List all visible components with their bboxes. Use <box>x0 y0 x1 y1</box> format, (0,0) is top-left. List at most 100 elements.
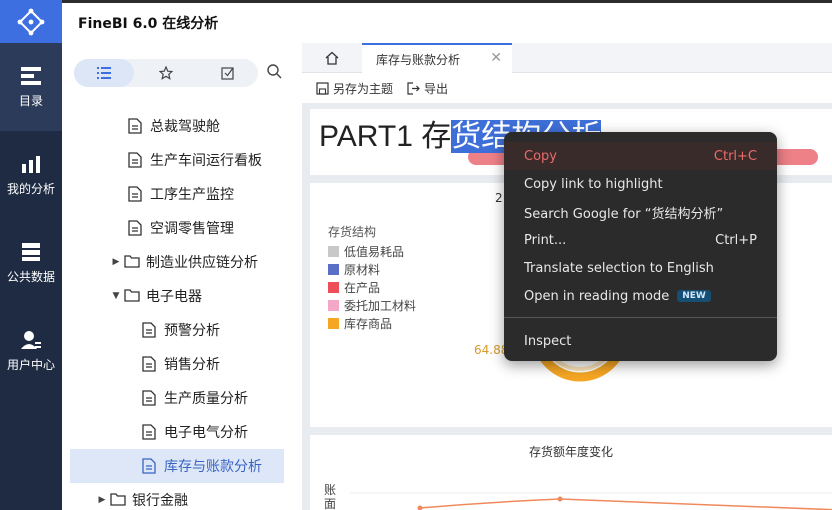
tree-item-doc-selected[interactable]: 库存与账款分析 <box>70 449 284 483</box>
tree-item-label: 销售分析 <box>164 357 220 373</box>
document-icon <box>128 220 144 236</box>
caret-right-icon[interactable]: ▶ <box>96 495 108 505</box>
home-icon <box>325 51 339 65</box>
document-icon <box>128 152 144 168</box>
document-icon <box>142 390 158 406</box>
menu-item-inspect[interactable]: Inspect <box>504 327 777 355</box>
legend-item[interactable]: 低值易耗品 <box>328 243 404 259</box>
finebi-logo[interactable] <box>0 0 62 43</box>
tree-item-label: 工序生产监控 <box>150 187 234 203</box>
tree-item-doc[interactable]: 预警分析 <box>62 313 302 347</box>
legend-swatch <box>328 299 339 311</box>
menu-item-shortcut: Ctrl+P <box>715 232 757 248</box>
tab-inventory-analysis[interactable]: 库存与账款分析 ✕ <box>362 43 512 73</box>
new-badge: NEW <box>677 290 711 302</box>
rail-label-catalog: 目录 <box>18 93 43 108</box>
rail-item-public-data[interactable]: 公共数据 <box>0 219 62 307</box>
rail-label-my-analysis: 我的分析 <box>6 181 55 196</box>
legend-item[interactable]: 委托加工材料 <box>328 297 416 313</box>
search-icon <box>267 64 282 79</box>
data-point[interactable] <box>557 496 563 502</box>
menu-item-label: Inspect <box>524 333 572 349</box>
menu-separator <box>504 317 777 318</box>
caret-right-icon[interactable]: ▶ <box>110 257 122 267</box>
menu-item-translate[interactable]: Translate selection to English <box>504 254 777 282</box>
analysis-chart-icon <box>22 155 40 173</box>
close-icon[interactable]: ✕ <box>490 50 502 66</box>
tree-item-label: 电子电器 <box>146 289 202 305</box>
tree-item-folder[interactable]: ▶ 银行金融 <box>62 483 302 510</box>
checkbox-edit-icon <box>221 67 234 80</box>
tree-item-label: 电子电气分析 <box>164 425 248 441</box>
tree-item-doc[interactable]: 生产车间运行看板 <box>62 143 302 177</box>
export-label: 导出 <box>424 81 449 96</box>
home-tab[interactable] <box>302 43 362 73</box>
tab-strip: 库存与账款分析 ✕ <box>302 43 832 73</box>
tree-item-folder[interactable]: ▼ 电子电器 <box>62 279 302 313</box>
legend-item[interactable]: 在产品 <box>328 279 380 295</box>
tree-item-label: 制造业供应链分析 <box>146 255 258 271</box>
legend-item[interactable]: 库存商品 <box>328 315 392 331</box>
rail-label-user-center: 用户中心 <box>6 357 55 372</box>
menu-item-label: Search Google for “货结构分析” <box>524 206 724 222</box>
rail-item-my-analysis[interactable]: 我的分析 <box>0 131 62 219</box>
list-icon <box>97 67 111 79</box>
tab-my-created[interactable] <box>198 59 258 87</box>
export-button[interactable]: 导出 <box>407 80 448 97</box>
sidebar-view-tabs <box>74 59 258 87</box>
menu-item-print[interactable]: Print... Ctrl+P <box>504 226 777 254</box>
nav-rail: 目录 我的分析 公共数据 用户中心 <box>0 0 62 510</box>
tab-favorites[interactable] <box>136 59 196 87</box>
sidebar-search-button[interactable] <box>266 63 282 83</box>
save-as-theme-label: 另存为主题 <box>333 81 394 96</box>
rail-label-public-data: 公共数据 <box>6 269 55 284</box>
tree-item-label: 总裁驾驶舱 <box>150 119 220 135</box>
legend-label: 低值易耗品 <box>344 244 405 259</box>
series-line <box>419 498 832 510</box>
user-icon <box>21 330 41 349</box>
tree-item-doc[interactable]: 空调零售管理 <box>62 211 302 245</box>
database-icon <box>22 242 40 261</box>
document-icon <box>142 458 158 474</box>
data-point[interactable] <box>417 505 423 510</box>
save-icon <box>316 81 329 95</box>
y-axis-label: 账面余 <box>324 483 337 510</box>
menu-item-shortcut: Ctrl+C <box>713 148 757 164</box>
tree-item-label: 空调零售管理 <box>150 221 234 237</box>
rail-item-user-center[interactable]: 用户中心 <box>0 307 62 395</box>
tree-item-label: 生产车间运行看板 <box>150 153 262 169</box>
save-as-theme-button[interactable]: 另存为主题 <box>316 80 393 97</box>
app-title-bar: FineBI 6.0 在线分析 <box>62 0 832 43</box>
tree-item-folder[interactable]: ▶ 制造业供应链分析 <box>62 245 302 279</box>
legend-swatch <box>328 281 339 293</box>
menu-item-copy-link[interactable]: Copy link to highlight <box>504 170 777 198</box>
tree-item-doc[interactable]: 销售分析 <box>62 347 302 381</box>
document-icon <box>142 424 158 440</box>
tree-item-doc[interactable]: 生产质量分析 <box>62 381 302 415</box>
legend-title: 存货结构 <box>328 225 377 239</box>
menu-item-label: Translate selection to English <box>524 260 714 276</box>
dashboard-toolbar: 另存为主题 导出 <box>302 73 832 103</box>
tree-item-label: 银行金融 <box>132 493 188 509</box>
tree-item-label: 预警分析 <box>164 323 220 339</box>
catalog-sidebar: 总裁驾驶舱 生产车间运行看板 工序生产监控 空调零售管理 ▶ 制造业供应链分析 … <box>62 43 302 510</box>
tab-list-view[interactable] <box>74 59 134 87</box>
legend-swatch <box>328 263 339 275</box>
menu-item-label: Copy link to highlight <box>524 176 663 192</box>
rail-item-catalog[interactable]: 目录 <box>0 43 62 131</box>
finebi-window: { "app": {"title": "FineBI 6.0 在线分析", "a… <box>0 0 832 510</box>
menu-item-reading-mode[interactable]: Open in reading mode NEW <box>504 282 777 310</box>
tree-item-doc[interactable]: 电子电气分析 <box>62 415 302 449</box>
caret-down-icon[interactable]: ▼ <box>110 291 122 301</box>
tree-item-doc[interactable]: 工序生产监控 <box>62 177 302 211</box>
chart-title-partial: 2 <box>495 191 503 205</box>
tree-item-doc[interactable]: 总裁驾驶舱 <box>62 109 302 143</box>
legend-label: 库存商品 <box>344 316 393 331</box>
menu-item-search-google[interactable]: Search Google for “货结构分析” <box>504 198 777 226</box>
legend-item[interactable]: 原材料 <box>328 261 380 277</box>
folder-icon <box>110 492 126 508</box>
star-icon <box>159 66 173 80</box>
document-icon <box>128 186 144 202</box>
menu-item-copy[interactable]: Copy Ctrl+C <box>504 142 777 170</box>
context-menu: Copy Ctrl+C Copy link to highlight Searc… <box>504 132 777 361</box>
